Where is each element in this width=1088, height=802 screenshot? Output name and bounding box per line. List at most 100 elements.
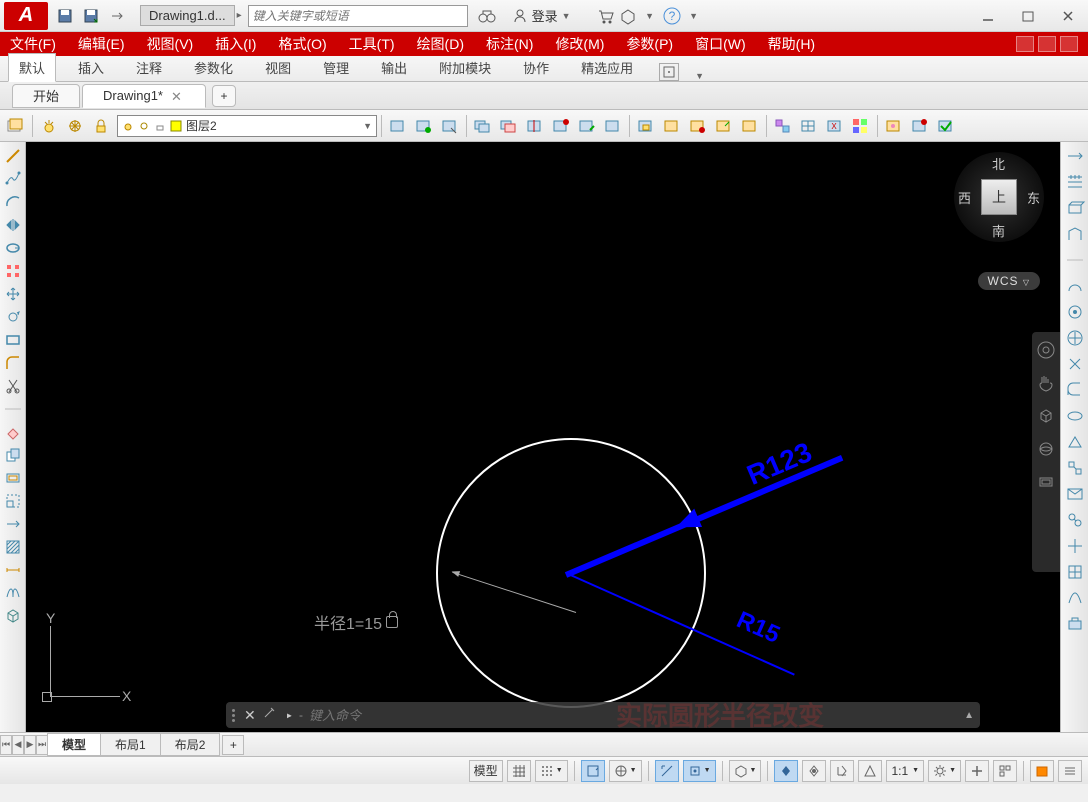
tb-icon-5[interactable] [497, 114, 521, 138]
nav-fullnav-icon[interactable] [1036, 340, 1056, 363]
tb-icon-10[interactable] [634, 114, 658, 138]
mdi-minimize-icon[interactable] [1016, 36, 1034, 52]
layer-lock-icon[interactable] [89, 114, 113, 138]
tb-icon-14[interactable] [738, 114, 762, 138]
mdi-close-icon[interactable] [1060, 36, 1078, 52]
rt-icon-10[interactable] [1065, 406, 1085, 426]
rotate-tool-icon[interactable] [3, 307, 23, 327]
arc-tool-icon[interactable] [3, 192, 23, 212]
sb-plus-icon[interactable] [965, 760, 989, 782]
wcs-badge[interactable]: WCS ▽ [978, 272, 1041, 290]
cmd-close-icon[interactable]: ✕ [244, 707, 256, 724]
menu-file[interactable]: 文件(F) [10, 34, 56, 54]
ribbon-tab-featured[interactable]: 精选应用 [571, 54, 643, 81]
rt-icon-7[interactable] [1065, 328, 1085, 348]
cmd-expand-icon[interactable]: ▲ [964, 710, 974, 721]
layer-selector[interactable]: 图层2 ▼ [117, 115, 377, 137]
rt-icon-11[interactable] [1065, 432, 1085, 452]
menu-view[interactable]: 视图(V) [147, 34, 194, 54]
ribbon-tab-insert[interactable]: 插入 [68, 54, 114, 81]
app-exchange-icon[interactable] [617, 5, 639, 27]
tb-icon-9[interactable] [601, 114, 625, 138]
tb-icon-16[interactable] [797, 114, 821, 138]
sb-gear-icon[interactable]: ▼ [928, 760, 961, 782]
viewcube-top-face[interactable]: 上 [981, 179, 1017, 215]
sb-clean-icon[interactable] [1030, 760, 1054, 782]
sb-transparency-icon[interactable] [802, 760, 826, 782]
layer-freeze-icon[interactable] [63, 114, 87, 138]
rt-icon-18[interactable] [1065, 614, 1085, 634]
trim-tool-icon[interactable] [3, 376, 23, 396]
sb-scale-combo[interactable]: 1:1▼ [886, 760, 924, 782]
fillet-tool-icon[interactable] [3, 353, 23, 373]
tb-icon-2[interactable] [412, 114, 436, 138]
nav-orbit-icon[interactable] [1036, 439, 1056, 462]
tb-icon-1[interactable] [386, 114, 410, 138]
layout-tab-add-button[interactable]: + [222, 735, 244, 755]
login-button[interactable]: 登录 ▼ [512, 6, 571, 25]
layout-tab-model[interactable]: 模型 [47, 733, 101, 756]
sb-osnap-icon[interactable]: ▼ [683, 760, 716, 782]
rt-icon-8[interactable] [1065, 354, 1085, 374]
ribbon-tab-view[interactable]: 视图 [255, 54, 301, 81]
command-line[interactable]: ✕ ▸ - ▲ [226, 702, 980, 728]
hatch-tool-icon[interactable] [3, 537, 23, 557]
nav-pan-icon[interactable] [1036, 373, 1056, 396]
menu-param[interactable]: 参数(P) [626, 34, 673, 54]
mirror-tool-icon[interactable] [3, 215, 23, 235]
layer-properties-icon[interactable] [4, 114, 28, 138]
tb-icon-11[interactable] [660, 114, 684, 138]
ribbon-tab-param[interactable]: 参数化 [184, 54, 243, 81]
move-tool-icon[interactable] [3, 284, 23, 304]
nav-showmotion-icon[interactable] [1036, 472, 1056, 495]
layout-tab-1[interactable]: 布局1 [100, 733, 161, 756]
sb-qp-icon[interactable] [993, 760, 1017, 782]
sb-snap-icon[interactable]: ▼ [535, 760, 568, 782]
search-box[interactable] [248, 5, 468, 27]
login-dropdown-icon[interactable]: ▼ [562, 11, 571, 21]
rt-icon-4[interactable] [1065, 224, 1085, 244]
dropdown-icon[interactable]: ▼ [639, 5, 661, 27]
layer-on-icon[interactable] [37, 114, 61, 138]
ribbon-tab-output[interactable]: 输出 [371, 54, 417, 81]
mdi-restore-icon[interactable] [1038, 36, 1056, 52]
close-button[interactable] [1048, 2, 1088, 30]
cmd-customize-icon[interactable] [262, 706, 280, 724]
sb-3dosnap-icon[interactable]: ▼ [729, 760, 762, 782]
rt-icon-6[interactable] [1065, 302, 1085, 322]
rt-icon-5[interactable] [1065, 276, 1085, 296]
view-cube[interactable]: 北 南 西 东 上 [954, 152, 1044, 242]
rt-icon-2[interactable] [1065, 172, 1085, 192]
sb-polar-icon[interactable]: ▼ [609, 760, 642, 782]
tb-icon-20[interactable] [908, 114, 932, 138]
file-tab-start[interactable]: 开始 [12, 84, 80, 108]
menu-help[interactable]: 帮助(H) [768, 34, 815, 54]
layout-tab-2[interactable]: 布局2 [160, 733, 221, 756]
rt-icon-14[interactable] [1065, 510, 1085, 530]
doc-dropdown-icon[interactable]: ▸ [237, 10, 242, 21]
ribbon-launcher-icon[interactable] [659, 63, 679, 81]
stretch-tool-icon[interactable] [3, 514, 23, 534]
maximize-button[interactable] [1008, 2, 1048, 30]
sb-anno-icon[interactable] [858, 760, 882, 782]
tb-icon-17[interactable]: X [823, 114, 847, 138]
scale-tool-icon[interactable] [3, 491, 23, 511]
tb-icon-19[interactable] [882, 114, 906, 138]
qat-save-icon[interactable] [54, 5, 76, 27]
file-tab-drawing1[interactable]: Drawing1* ✕ [82, 84, 206, 108]
menu-dim[interactable]: 标注(N) [486, 34, 533, 54]
menu-modify[interactable]: 修改(M) [555, 34, 604, 54]
tb-icon-21[interactable] [934, 114, 958, 138]
offset-tool-icon[interactable] [3, 468, 23, 488]
ribbon-tab-default[interactable]: 默认 [8, 53, 56, 82]
cube-tool-icon[interactable] [3, 606, 23, 626]
ellipse-tool-icon[interactable] [3, 238, 23, 258]
search-input[interactable] [253, 9, 463, 23]
cmd-grip-icon[interactable] [232, 709, 238, 722]
binoculars-icon[interactable] [476, 5, 498, 27]
polyline-tool-icon[interactable] [3, 169, 23, 189]
tb-icon-15[interactable] [771, 114, 795, 138]
text-tool-icon[interactable] [3, 583, 23, 603]
dim-tool-icon[interactable] [3, 560, 23, 580]
sb-model-toggle[interactable]: 模型 [469, 760, 503, 782]
